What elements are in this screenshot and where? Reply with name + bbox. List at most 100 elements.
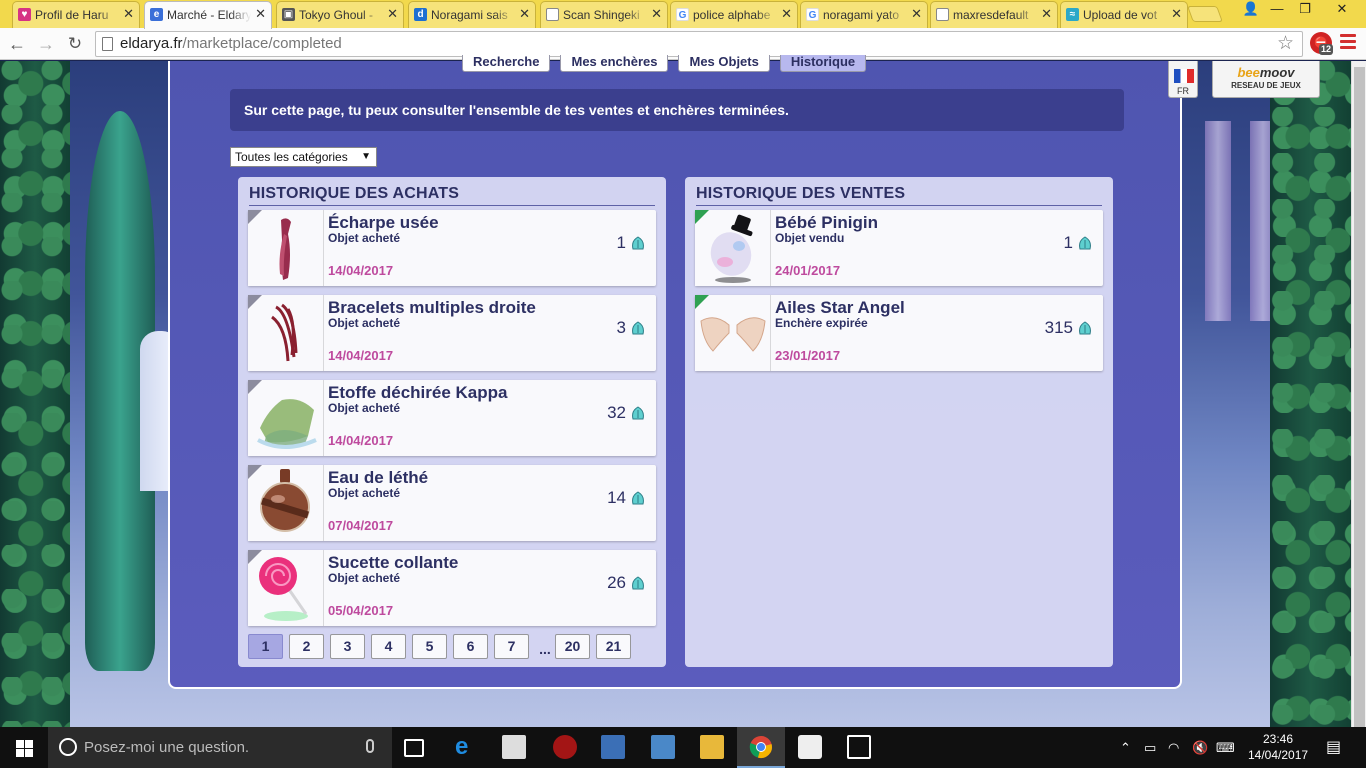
wifi-icon[interactable]: ◠ xyxy=(1168,727,1179,768)
language-selector[interactable]: FR xyxy=(1168,61,1198,98)
item-name: Eau de léthé xyxy=(328,468,429,487)
purchase-item[interactable]: Écharpe usée Objet acheté 14/04/2017 1 xyxy=(248,210,656,286)
address-bar[interactable]: eldarya.fr/marketplace/completed ☆ xyxy=(95,31,1303,57)
tab-label: police alphabe xyxy=(693,8,771,22)
tab-marche[interactable]: e Marché - Eldarya ✕ xyxy=(144,1,272,29)
start-button[interactable] xyxy=(0,727,48,768)
page-ellipsis: ... xyxy=(539,641,551,657)
item-price: 315 xyxy=(1044,318,1073,337)
close-icon[interactable]: ✕ xyxy=(651,7,662,21)
extension-icon[interactable]: ⛔ 12 xyxy=(1310,32,1334,55)
eldarya-icon: e xyxy=(150,8,163,21)
close-window-button[interactable]: ✕ xyxy=(1322,0,1362,20)
page-button[interactable]: 2 xyxy=(289,634,324,659)
item-date: 05/04/2017 xyxy=(328,603,394,618)
purchase-item[interactable]: Bracelets multiples droite Objet acheté … xyxy=(248,295,656,371)
purchase-item[interactable]: Sucette collante Objet acheté 05/04/2017… xyxy=(248,550,656,626)
photos-icon[interactable] xyxy=(847,735,871,759)
keyboard-icon[interactable]: ⌨ xyxy=(1216,727,1235,768)
tab-historique[interactable]: Historique xyxy=(779,55,867,72)
reload-button[interactable]: ↻ xyxy=(64,33,86,55)
close-icon[interactable]: ✕ xyxy=(123,7,134,21)
close-icon[interactable]: ✕ xyxy=(1041,7,1052,21)
tab-upload[interactable]: ≈ Upload de vot ✕ xyxy=(1060,1,1188,28)
item-status: Objet acheté xyxy=(328,231,401,245)
cortana-search[interactable]: Posez-moi une question. xyxy=(48,727,392,768)
microphone-icon[interactable] xyxy=(366,739,374,753)
tab-mes-encheres[interactable]: Mes enchères xyxy=(560,55,669,72)
purchase-item[interactable]: Etoffe déchirée Kappa Objet acheté 14/04… xyxy=(248,380,656,456)
tab-mes-objets[interactable]: Mes Objets xyxy=(678,55,770,72)
page-scrollbar[interactable] xyxy=(1351,61,1366,747)
file-explorer-icon[interactable] xyxy=(700,735,724,759)
user-icon[interactable]: 👤 xyxy=(1238,0,1264,20)
scrollbar-thumb[interactable] xyxy=(1354,67,1365,747)
sale-item[interactable]: Bébé Pinigin Objet vendu 24/01/2017 1 xyxy=(695,210,1103,286)
app-icon[interactable] xyxy=(651,735,675,759)
page-button[interactable]: 6 xyxy=(453,634,488,659)
page-button[interactable]: 20 xyxy=(555,634,590,659)
document-icon xyxy=(936,8,949,21)
remote-desktop-icon[interactable] xyxy=(601,735,625,759)
battery-icon[interactable]: ▭ xyxy=(1144,727,1156,768)
item-date: 14/04/2017 xyxy=(328,433,394,448)
beemoov-network-link[interactable]: beemoov RESEAU DE JEUX xyxy=(1212,61,1320,98)
store-icon[interactable] xyxy=(502,735,526,759)
maana-icon xyxy=(1079,236,1091,250)
close-icon[interactable]: ✕ xyxy=(911,7,922,21)
close-icon[interactable]: ✕ xyxy=(1171,7,1182,21)
task-view-icon[interactable] xyxy=(404,739,424,757)
pillar-decoration xyxy=(1205,121,1231,321)
close-icon[interactable]: ✕ xyxy=(781,7,792,21)
close-icon[interactable]: ✕ xyxy=(387,7,398,21)
page-button[interactable]: 1 xyxy=(248,634,283,659)
app-icon[interactable] xyxy=(798,735,822,759)
item-price: 1 xyxy=(1063,233,1073,252)
notification-center-icon[interactable]: ▤ xyxy=(1326,727,1341,768)
tab-tokyo-ghoul[interactable]: ▣ Tokyo Ghoul - ✕ xyxy=(276,1,404,28)
page-button[interactable]: 21 xyxy=(596,634,631,659)
sale-item[interactable]: Ailes Star Angel Enchère expirée 23/01/2… xyxy=(695,295,1103,371)
bookmark-star-icon[interactable]: ☆ xyxy=(1277,32,1294,56)
forward-button[interactable]: → xyxy=(35,33,57,55)
page-button[interactable]: 4 xyxy=(371,634,406,659)
browser-menu-icon[interactable] xyxy=(1340,34,1356,52)
item-name: Écharpe usée xyxy=(328,213,439,232)
marketplace-panel: Recherche Mes enchères Mes Objets Histor… xyxy=(168,55,1182,689)
maana-icon xyxy=(632,406,644,420)
back-button[interactable]: ← xyxy=(6,33,28,55)
minimize-button[interactable]: — xyxy=(1264,0,1290,20)
volume-icon[interactable]: 🔇 xyxy=(1192,727,1208,768)
item-price: 1 xyxy=(616,233,626,252)
item-date: 23/01/2017 xyxy=(775,348,841,363)
item-status: Objet vendu xyxy=(775,231,845,245)
tab-noragami-yato[interactable]: G noragami yato ✕ xyxy=(800,1,928,28)
chevron-up-icon[interactable]: ⌃ xyxy=(1120,727,1131,768)
chrome-taskbar-button[interactable] xyxy=(737,727,785,768)
tab-recherche[interactable]: Recherche xyxy=(462,55,551,72)
item-price: 32 xyxy=(607,403,626,422)
media-player-icon[interactable] xyxy=(553,735,577,759)
page-button[interactable]: 7 xyxy=(494,634,529,659)
dailymotion-icon: d xyxy=(414,8,427,21)
tab-scan-shingeki[interactable]: Scan Shingeki ✕ xyxy=(540,1,668,28)
item-status: Objet acheté xyxy=(328,401,401,415)
purchase-item[interactable]: Eau de léthé Objet acheté 07/04/2017 14 xyxy=(248,465,656,541)
new-tab-button[interactable] xyxy=(1187,6,1223,22)
item-date: 14/04/2017 xyxy=(328,263,394,278)
tab-police-alphabet[interactable]: G police alphabe ✕ xyxy=(670,1,798,28)
tab-noragami[interactable]: d Noragami sais ✕ xyxy=(408,1,536,28)
market-subtabs: Recherche Mes enchères Mes Objets Histor… xyxy=(462,55,876,72)
tab-profil[interactable]: ♥ Profil de Haru ✕ xyxy=(12,1,140,28)
item-name: Bébé Pinigin xyxy=(775,213,878,232)
page-button[interactable]: 5 xyxy=(412,634,447,659)
page-button[interactable]: 3 xyxy=(330,634,365,659)
maximize-button[interactable]: ❐ xyxy=(1292,0,1318,20)
document-icon xyxy=(546,8,559,21)
tab-maxresdefault[interactable]: maxresdefault ✕ xyxy=(930,1,1058,28)
category-select[interactable]: Toutes les catégories ▼ xyxy=(230,147,377,167)
edge-icon[interactable]: e xyxy=(455,735,479,759)
system-clock[interactable]: 23:46 14/04/2017 xyxy=(1248,731,1308,763)
close-icon[interactable]: ✕ xyxy=(519,7,530,21)
close-icon[interactable]: ✕ xyxy=(255,7,266,21)
